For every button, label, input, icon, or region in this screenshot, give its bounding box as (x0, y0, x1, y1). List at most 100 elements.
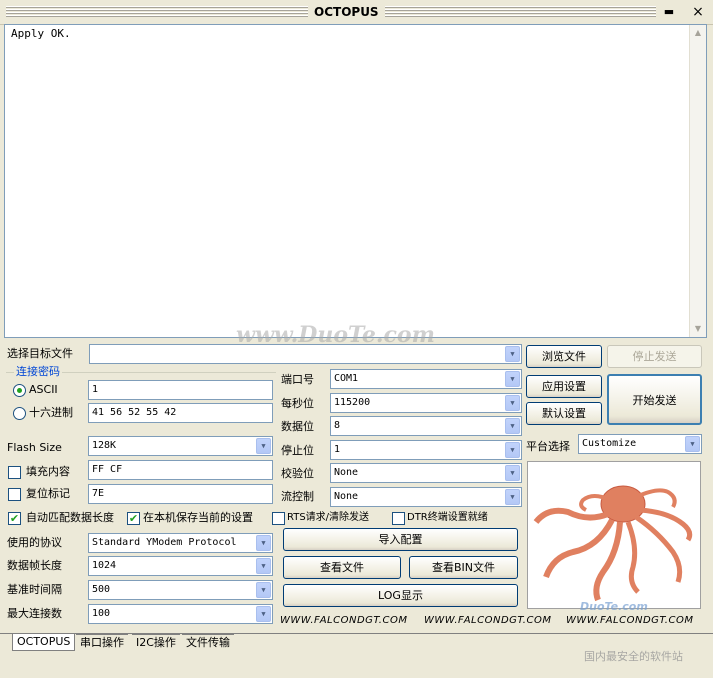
tab-octopus[interactable]: OCTOPUS (12, 634, 76, 651)
baud-label: 每秒位 (281, 397, 314, 410)
ascii-radio[interactable] (13, 384, 26, 397)
stop-bits-combo[interactable]: 1 ▼ (330, 440, 522, 460)
tab-serial[interactable]: 串口操作 (76, 634, 128, 651)
dropdown-icon[interactable]: ▼ (505, 395, 520, 411)
dropdown-icon[interactable]: ▼ (256, 606, 271, 622)
minimize-button[interactable]: ▬ (661, 4, 677, 20)
view-file-button[interactable]: 查看文件 (283, 556, 401, 579)
radio-selected-icon (17, 388, 22, 393)
parity-combo[interactable]: None ▼ (330, 463, 522, 483)
tab-i2c[interactable]: I2C操作 (132, 634, 180, 651)
octopus-icon (533, 485, 693, 602)
import-config-button[interactable]: 导入配置 (283, 528, 518, 551)
platform-combo[interactable]: Customize ▼ (578, 434, 702, 454)
save-local-label: 在本机保存当前的设置 (143, 511, 253, 524)
reset-input[interactable]: 7E (88, 484, 273, 504)
stop-send-button[interactable]: 停止发送 (607, 345, 702, 368)
packet-length-label: 数据帧长度 (7, 559, 62, 572)
console-scrollbar[interactable]: ▲ ▼ (689, 25, 706, 337)
dropdown-icon[interactable]: ▼ (256, 582, 271, 598)
data-bits-label: 数据位 (281, 420, 314, 433)
title-bar: OCTOPUS ▬ × (0, 0, 713, 25)
protocol-value: Standard YModem Protocol (92, 537, 237, 548)
stop-bits-value: 1 (334, 444, 341, 455)
ascii-password-input[interactable]: 1 (88, 380, 273, 400)
octopus-image (527, 461, 701, 609)
port-combo[interactable]: COM1 ▼ (330, 369, 522, 389)
flow-control-value: None (334, 491, 359, 502)
max-conn-combo[interactable]: 100 ▼ (88, 604, 273, 624)
protocol-label: 使用的协议 (7, 536, 62, 549)
apply-settings-button[interactable]: 应用设置 (526, 375, 602, 398)
hex-label: 十六进制 (29, 406, 73, 419)
footer-url-1: WWW.FALCONDGT.COM (280, 615, 408, 626)
dropdown-icon[interactable]: ▼ (505, 465, 520, 481)
flash-size-combo[interactable]: 128K ▼ (88, 436, 273, 456)
fill-label: 填充内容 (26, 465, 70, 478)
console-text: Apply OK. (11, 27, 71, 40)
dropdown-icon[interactable]: ▼ (256, 438, 271, 454)
auto-match-label: 自动匹配数据长度 (26, 511, 114, 524)
protocol-combo[interactable]: Standard YModem Protocol ▼ (88, 533, 273, 553)
tab-file-transfer[interactable]: 文件传输 (182, 634, 234, 651)
dropdown-icon[interactable]: ▼ (505, 418, 520, 434)
dropdown-icon[interactable]: ▼ (505, 442, 520, 458)
port-value: COM1 (334, 373, 359, 384)
flash-size-value: 128K (92, 440, 117, 451)
footer-url-2: WWW.FALCONDGT.COM (424, 615, 552, 626)
base-time-combo[interactable]: 500 ▼ (88, 580, 273, 600)
platform-value: Customize (582, 438, 637, 449)
packet-length-value: 1024 (92, 560, 117, 571)
footer-url-3: WWW.FALCONDGT.COM (566, 615, 694, 626)
password-group-title: 连接密码 (14, 364, 62, 380)
rts-label: RTS请求/清除发送 (287, 512, 370, 523)
save-local-checkbox[interactable]: ✔ (127, 512, 140, 525)
fill-checkbox[interactable] (8, 466, 21, 479)
auto-match-checkbox[interactable]: ✔ (8, 512, 21, 525)
dtr-label: DTR终端设置就绪 (407, 512, 488, 523)
scroll-down-icon[interactable]: ▼ (690, 321, 706, 337)
dropdown-icon[interactable]: ▼ (256, 535, 271, 551)
platform-label: 平台选择 (526, 440, 570, 453)
dropdown-icon[interactable]: ▼ (505, 346, 520, 362)
flow-control-combo[interactable]: None ▼ (330, 487, 522, 507)
ascii-label: ASCII (29, 383, 58, 396)
window-title: OCTOPUS (308, 4, 385, 20)
dropdown-icon[interactable]: ▼ (685, 436, 700, 452)
reset-label: 复位标记 (26, 487, 70, 500)
fill-input[interactable]: FF CF (88, 460, 273, 480)
browse-file-button[interactable]: 浏览文件 (526, 345, 602, 368)
data-bits-combo[interactable]: 8 ▼ (330, 416, 522, 436)
hex-radio[interactable] (13, 407, 26, 420)
dropdown-icon[interactable]: ▼ (505, 489, 520, 505)
base-time-value: 500 (92, 584, 111, 595)
parity-label: 校验位 (281, 467, 314, 480)
port-label: 端口号 (281, 373, 314, 386)
watermark-corner-brand: DuoTe.com (580, 600, 648, 613)
parity-value: None (334, 467, 359, 478)
start-send-button[interactable]: 开始发送 (607, 374, 702, 425)
dropdown-icon[interactable]: ▼ (505, 371, 520, 387)
flash-size-label: Flash Size (7, 441, 62, 454)
baud-value: 115200 (334, 397, 371, 408)
flow-control-label: 流控制 (281, 490, 314, 503)
max-conn-label: 最大连接数 (7, 607, 62, 620)
baud-combo[interactable]: 115200 ▼ (330, 393, 522, 413)
view-bin-file-button[interactable]: 查看BIN文件 (409, 556, 518, 579)
watermark-corner-caption: 国内最安全的软件站 (584, 650, 683, 663)
scroll-up-icon[interactable]: ▲ (690, 25, 706, 41)
target-file-label: 选择目标文件 (7, 347, 73, 360)
hex-password-input[interactable]: 41 56 52 55 42 (88, 403, 273, 423)
dtr-checkbox[interactable] (392, 512, 405, 525)
max-conn-value: 100 (92, 608, 111, 619)
log-display-button[interactable]: LOG显示 (283, 584, 518, 607)
dropdown-icon[interactable]: ▼ (256, 558, 271, 574)
reset-checkbox[interactable] (8, 488, 21, 501)
default-settings-button[interactable]: 默认设置 (526, 402, 602, 425)
console-output[interactable]: Apply OK. ▲ ▼ (4, 24, 707, 338)
close-button[interactable]: × (690, 4, 706, 20)
rts-checkbox[interactable] (272, 512, 285, 525)
packet-length-combo[interactable]: 1024 ▼ (88, 556, 273, 576)
target-file-combo[interactable]: ▼ (89, 344, 522, 364)
data-bits-value: 8 (334, 420, 341, 431)
